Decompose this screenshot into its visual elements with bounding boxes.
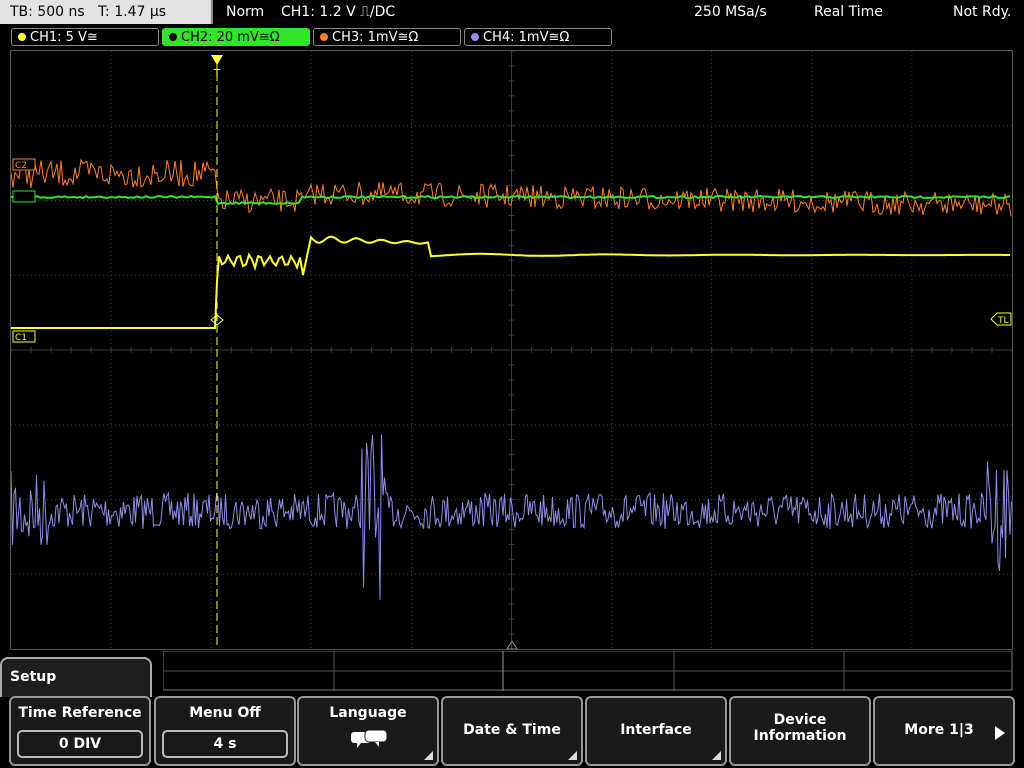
channel-1-label: CH1: 5 V≅ [30, 30, 98, 45]
trigger-time: T: 1.47 µs [98, 4, 167, 20]
ch3-offset-label: C2 [15, 161, 27, 171]
status-bar: TB: 500 ns T: 1.47 µs Norm CH1: 1.2 V ⎍/… [0, 0, 1024, 26]
time-reference-button[interactable]: Time Reference 0 DIV [9, 696, 151, 766]
date-time-button[interactable]: Date & Time [441, 696, 583, 766]
interface-button[interactable]: Interface [585, 696, 727, 766]
trigger-info[interactable]: CH1: 1.2 V ⎍/DC [281, 3, 395, 21]
time-reference-label: Time Reference [18, 705, 142, 721]
menu-title: Setup [10, 669, 57, 685]
waveform-canvas[interactable]: T C2 C1 TL [11, 51, 1012, 649]
ch2-indicator-icon [169, 33, 177, 41]
channel-2-label: CH2: 20 mV≅Ω [181, 30, 280, 45]
channel-3-box[interactable]: CH3: 1mV≅Ω [313, 28, 461, 46]
ch1-indicator-icon [18, 33, 26, 41]
submenu-indicator-icon [712, 751, 721, 760]
trigger-marker-label: T [213, 67, 221, 80]
language-label: Language [329, 705, 407, 721]
menu-off-label: Menu Off [189, 705, 261, 721]
channel-1-box[interactable]: CH1: 5 V≅ [11, 28, 159, 46]
waveform-display[interactable]: T C2 C1 TL [10, 50, 1013, 650]
sample-rate: 250 MSa/s [694, 4, 767, 20]
more-button[interactable]: More 1|3 [873, 696, 1015, 766]
ch2-offset-marker[interactable] [12, 190, 36, 203]
ch1-trace[interactable] [11, 235, 1010, 329]
device-information-button[interactable]: Device Information [729, 696, 871, 766]
trigger-marker-icon[interactable] [211, 55, 223, 65]
trigger-mode[interactable]: Norm [226, 3, 264, 21]
device-information-label: Device Information [753, 712, 847, 744]
speech-bubble-icon [351, 729, 388, 748]
time-reference-value[interactable]: 0 DIV [17, 730, 143, 758]
menu-off-value[interactable]: 4 s [162, 730, 288, 758]
timebase: TB: 500 ns [10, 4, 85, 20]
arrow-right-icon [995, 726, 1005, 740]
acquisition-mode: Real Time [814, 4, 883, 20]
ch2-trace[interactable] [11, 194, 1011, 206]
trigger-level-label: TL [997, 316, 1009, 326]
menu-off-button[interactable]: Menu Off 4 s [154, 696, 296, 766]
language-button[interactable]: Language [297, 696, 439, 766]
trigger-state: Not Rdy. [953, 4, 1012, 20]
menu-title-tab: Setup [0, 657, 152, 697]
timebase-readout[interactable]: TB: 500 ns T: 1.47 µs [0, 0, 213, 24]
ch4-indicator-icon [471, 33, 479, 41]
interface-label: Interface [620, 722, 692, 738]
overview-strip[interactable] [163, 651, 1013, 691]
channel-2-box[interactable]: CH2: 20 mV≅Ω [162, 28, 310, 46]
ch3-indicator-icon [320, 33, 328, 41]
channel-4-box[interactable]: CH4: 1mV≅Ω [464, 28, 612, 46]
channel-4-label: CH4: 1mV≅Ω [483, 30, 570, 45]
ch1-offset-label: C1 [15, 333, 27, 343]
channel-3-label: CH3: 1mV≅Ω [332, 30, 419, 45]
submenu-indicator-icon [568, 751, 577, 760]
graticule-grid [11, 51, 1012, 649]
submenu-indicator-icon [424, 751, 433, 760]
date-time-label: Date & Time [463, 722, 561, 738]
